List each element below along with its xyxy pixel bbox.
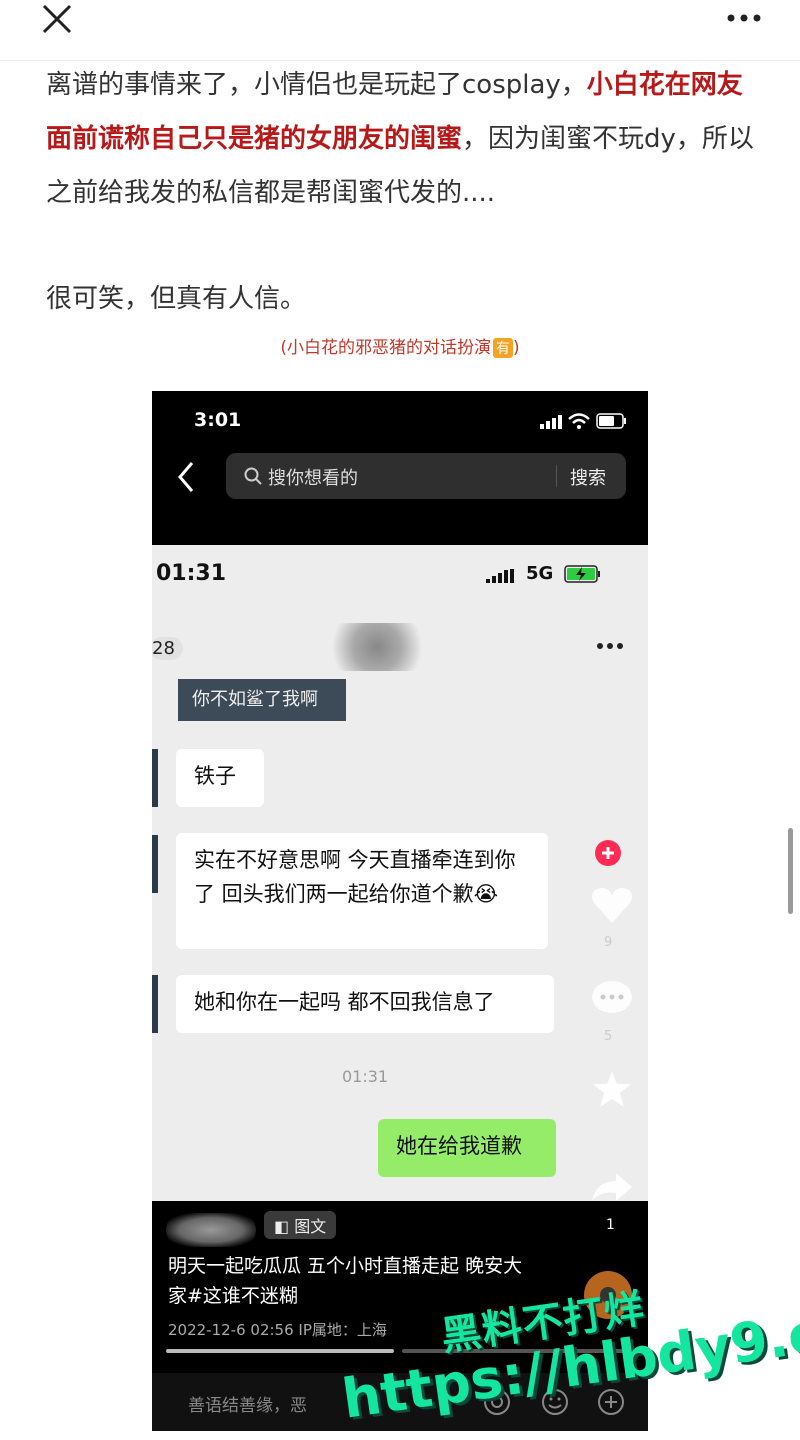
favorite-icon[interactable] [590,1069,634,1109]
cell-signal-icon [486,569,514,583]
paragraph-2: 很可笑，但真有人信。 [46,284,307,314]
caption-end: ) [513,338,520,358]
my-message-bubble: 她在给我道歉 [378,1119,556,1177]
search-button[interactable]: 搜索 [570,464,606,490]
caption-badge: 有 [493,338,513,358]
battery-icon [596,413,626,429]
like-icon[interactable] [590,885,634,925]
message-bubble: 她和你在一起吗 都不回我信息了 [176,975,554,1033]
image-caption: (小白花的邪恶猪的对话扮演有) [0,333,800,358]
more-icon[interactable] [726,10,762,26]
avatar [152,835,158,893]
comment-icon[interactable] [590,979,634,1019]
chat-screenshot: 01:31 5G 28 你不如鲨了我啊 铁子 实在不好意思啊 今天直播牵连到你了… [152,545,648,1201]
post-meta: 2022-12-6 02:56 IP属地：上海 [168,1319,387,1340]
search-placeholder: 搜你想看的 [268,468,358,489]
chat-more-icon[interactable] [596,641,624,651]
message-bubble: 实在不好意思啊 今天直播牵连到你了 回头我们两一起给你道个歉😭 [176,833,548,949]
avatar [152,975,158,1033]
like-count: 9 [604,935,613,950]
tag-label: 图文 [294,1217,327,1236]
phone-status-bar: 3:01 [152,391,648,445]
post-type-tag: ◧ 图文 [264,1211,337,1239]
signal-icon [540,415,562,429]
paragraph-1: 离谱的事情来了，小情侣也是玩起了cosplay，小白花在网友面前谎称自己只是猪的… [46,58,766,220]
search-divider [556,465,557,487]
caption-text: (小白花的邪恶猪的对话扮演 [280,338,491,358]
blurred-contact-name [322,623,432,671]
search-box[interactable]: 搜你想看的 搜索 [226,453,626,499]
quoted-message: 你不如鲨了我啊 [178,679,346,721]
message-bubble: 铁子 [176,749,264,807]
chat-status-time: 01:31 [156,561,227,586]
article-body: 离谱的事情来了，小情侣也是玩起了cosplay，小白花在网友面前谎称自己只是猪的… [46,58,766,352]
close-icon[interactable] [40,4,74,34]
embedded-screenshot: 3:01 搜你想看的 搜索 01:31 5G 28 你不如鲨了我啊 铁子 实在不… [152,391,648,1431]
scrollbar[interactable] [788,828,793,914]
back-icon[interactable] [176,459,196,495]
top-bar [0,0,800,61]
follow-plus-icon[interactable] [594,839,622,867]
share-icon[interactable] [590,1171,634,1201]
wifi-icon [568,413,590,429]
search-row: 搜你想看的 搜索 [152,451,648,507]
post-date: 2022-12-6 02:56 [168,1321,294,1339]
unread-count[interactable]: 28 [152,637,183,660]
phone-time: 3:01 [194,409,242,431]
post-ip: IP属地：上海 [298,1321,387,1339]
message-timestamp: 01:31 [342,1067,389,1086]
search-icon [244,467,262,485]
paragraph-1-text: 离谱的事情来了，小情侣也是玩起了cosplay， [46,70,587,100]
share-count: 1 [606,1217,615,1233]
blurred-author-name [166,1213,256,1247]
comment-input[interactable]: 善语结善缘，恶 [188,1391,307,1416]
network-label: 5G [526,563,554,584]
comment-count: 5 [604,1029,613,1044]
charging-battery-icon [564,565,600,583]
tag-icon: ◧ [274,1217,295,1236]
avatar [152,749,158,807]
